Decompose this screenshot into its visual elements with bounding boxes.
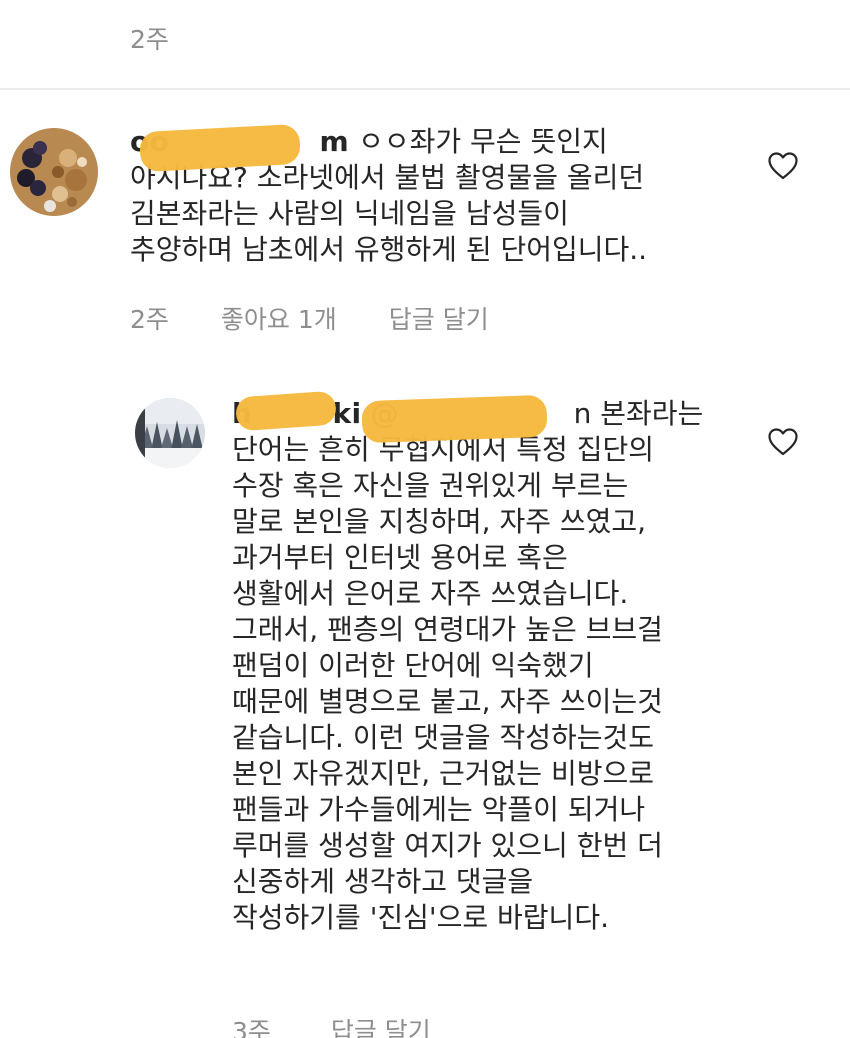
previous-comment-meta: 2주 [130,20,221,56]
comment2-text-line-1: 본좌라는 [600,397,704,430]
comment1-like-button[interactable] [768,152,798,180]
comment2-reply-button[interactable]: 답글 달기 [331,1017,431,1038]
comment2-text-line-12: 팬들과 가수들에게는 악플이 되거나 [232,793,646,826]
comment1-meta: 2주 좋아요 1개 답글 달기 [130,300,541,336]
cut-off-previous-line: ▁▁ ▁ ▁▁ ▁ ▁▁ [130,0,323,4]
comment1-text-line-1: ㅇㅇ좌가 무슨 뜻인지 [358,125,608,158]
comment2-text-line-8: 팬덤이 이러한 단어에 익숙했기 [232,649,594,682]
comment1-reply-button[interactable]: 답글 달기 [389,300,489,336]
granola-bowl-avatar [10,128,98,216]
comment2-text-line-4: 말로 본인을 지칭하며, 자주 쓰였고, [232,505,647,538]
comment1-username-tail[interactable]: m [319,125,349,158]
comment2-username-tail[interactable]: ki [332,397,361,430]
comment2-text-line-9: 때문에 별명으로 붙고, 자주 쓰이는것 [232,685,663,718]
snowy-forest-avatar [135,398,205,468]
comment2-text-line-6: 생활에서 은어로 자주 쓰였습니다. [232,577,629,610]
comment2-meta: 3주 답글 달기 [232,1012,483,1038]
comment1-text-line-4: 추양하며 남초에서 유행하게 된 단어입니다.. [130,233,648,266]
comment2-text-line-7: 그래서, 팬층의 연령대가 높은 브브걸 [232,613,663,646]
comment2-text-line-3: 수장 혹은 자신을 권위있게 부르는 [232,469,629,502]
comment2-text-line-11: 본인 자유겠지만, 근거없는 비방으로 [232,757,655,790]
comment2-text-line-13: 루머를 생성할 여지가 있으니 한번 더 [232,829,663,862]
comment2-text-line-5: 과거부터 인터넷 용어로 혹은 [232,541,568,574]
heart-outline-icon [768,152,798,180]
mention-redaction [361,394,548,444]
comment1-time: 2주 [130,305,169,334]
comment2-like-button[interactable] [768,428,798,456]
heart-outline-icon [768,428,798,456]
comment2-text-line-14: 신중하게 생각하고 댓글을 [232,865,534,898]
username-redaction-1 [139,123,301,173]
comment2-avatar[interactable] [135,398,205,468]
previous-comment-time: 2주 [130,25,169,54]
comment2-text-line-10: 같습니다. 이런 댓글을 작성하는것도 [232,721,655,754]
comment1-likes-count[interactable]: 좋아요 1개 [221,300,337,336]
comment1-text-line-3: 김본좌라는 사람의 닉네임을 남성들이 [130,197,569,230]
comment2-time: 3주 [232,1017,271,1038]
comment2-body: hki @n 본좌라는 단어는 흔히 무협지에서 특정 집단의 수장 혹은 자신… [232,396,703,936]
username-redaction-2 [234,390,338,432]
section-divider [0,88,850,90]
comment2-text-line-15: 작성하기를 '진심'으로 바랍니다. [232,901,609,934]
comment2-mention-tail[interactable]: n [574,397,592,430]
comment1-avatar[interactable] [10,128,98,216]
